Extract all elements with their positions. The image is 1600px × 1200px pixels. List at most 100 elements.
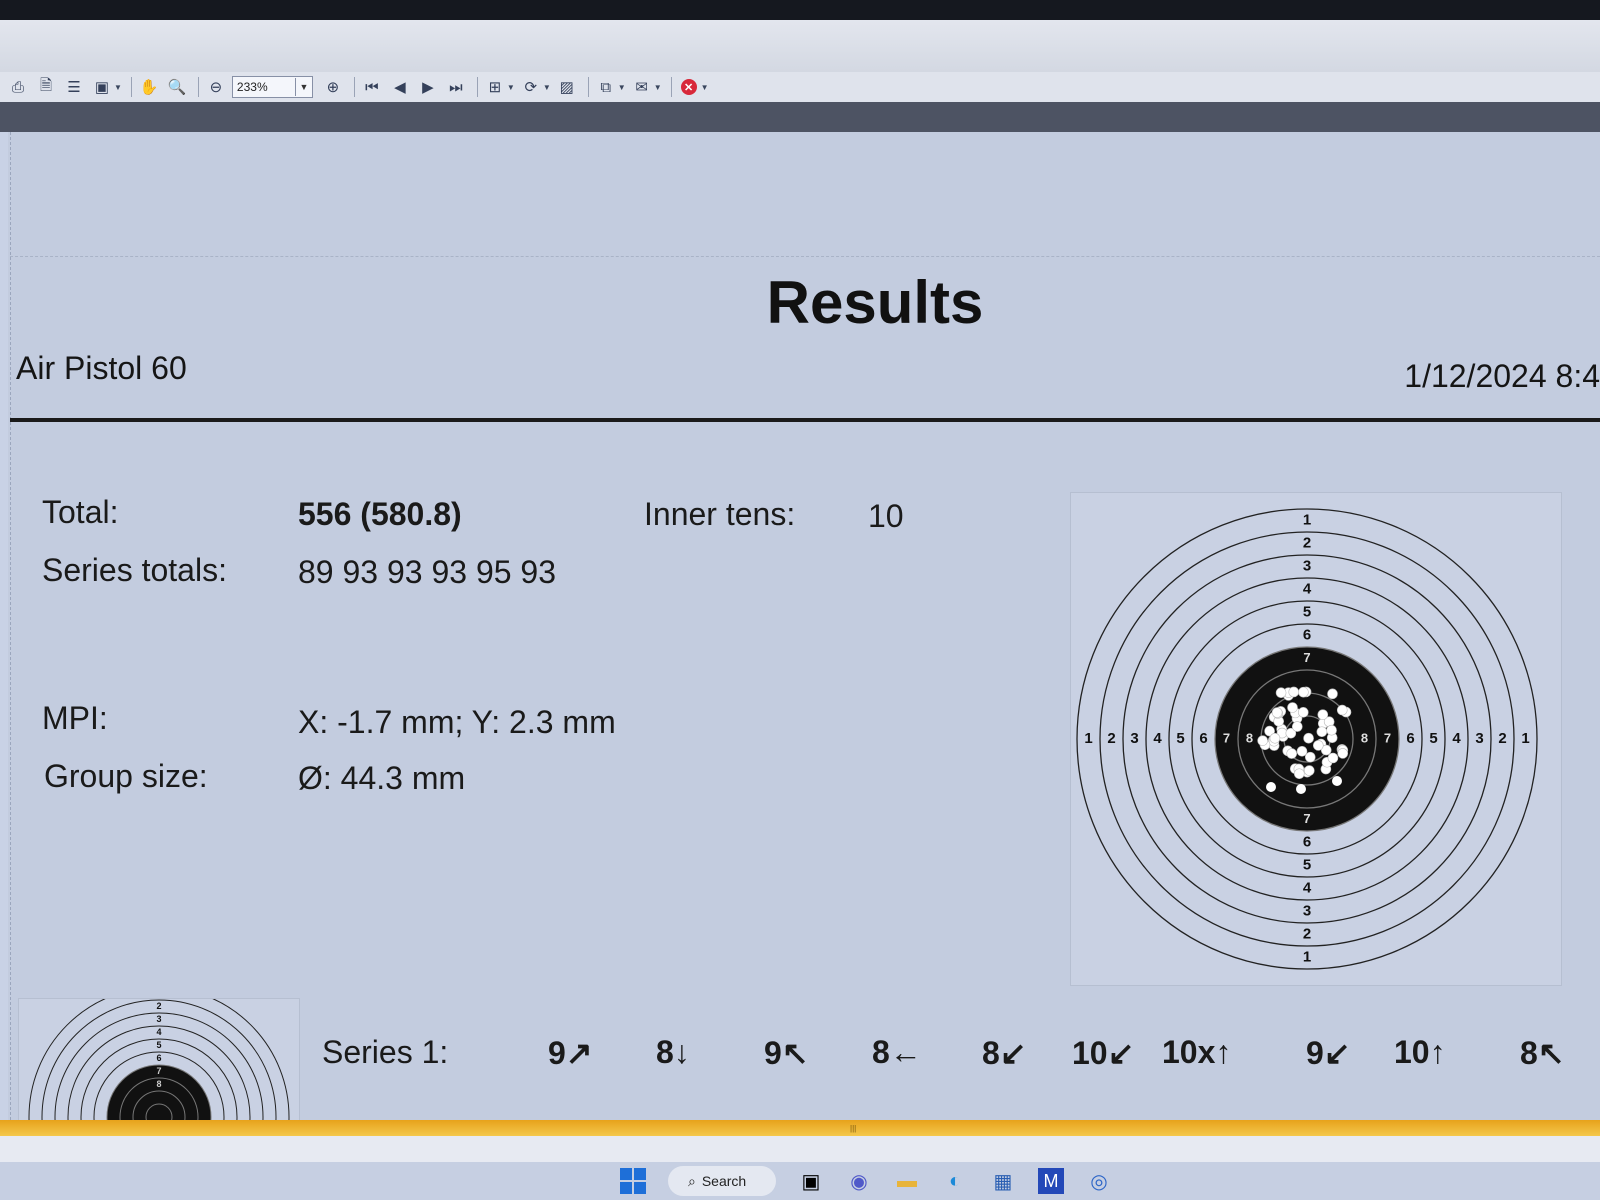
zoom-value: 233% (236, 80, 268, 94)
ring-number: 1 (1303, 948, 1311, 965)
next-page-icon[interactable]: ▶ (416, 76, 440, 98)
mini-ring-number: 2 (156, 1001, 161, 1011)
total-value: 556 (580.8) (298, 496, 462, 532)
series-1-shot: 10↑ (1394, 1034, 1446, 1070)
shot-hole (1327, 752, 1339, 764)
tree-icon[interactable]: ⊞ (483, 76, 507, 98)
total-label: Total: (42, 494, 119, 530)
chevron-down-icon[interactable]: ▼ (294, 78, 312, 96)
refresh-icon[interactable]: ⟳ (519, 76, 543, 98)
prev-page-icon[interactable]: ◀ (388, 76, 412, 98)
ring-number: 4 (1153, 730, 1162, 747)
horizontal-splitter[interactable] (0, 1120, 1600, 1136)
ring-number: 6 (1303, 626, 1311, 643)
toolbar-separator (587, 77, 589, 97)
ring-number: 2 (1107, 730, 1115, 747)
ring-number: 5 (1303, 603, 1311, 620)
toolbar-separator (476, 77, 478, 97)
meet-icon[interactable]: ◉ (846, 1168, 872, 1194)
ring-number: 7 (1223, 730, 1230, 745)
series-1-shot: 9↗ (548, 1035, 593, 1071)
print-icon[interactable]: ⎙ (6, 76, 30, 98)
shot-hole (1327, 688, 1338, 700)
windows-taskbar: ⌕ Search ▣ ◉ ▬ ◐ ▦ M ◎ (0, 1162, 1600, 1200)
group-size-value: Ø: 44.3 mm (298, 760, 466, 796)
save-icon[interactable]: ▣ (90, 76, 114, 98)
zoom-in-icon[interactable]: ⊕ (321, 76, 345, 98)
toolbar-separator (197, 77, 199, 97)
shot-hole (1297, 707, 1309, 718)
report-title: Results (766, 269, 984, 336)
zoom-select[interactable]: 233% ▼ (231, 76, 313, 98)
task-view-icon[interactable]: ▣ (798, 1168, 824, 1194)
shot-hole (1303, 732, 1314, 744)
shot-hole (1312, 740, 1324, 751)
shot-hole (1337, 748, 1349, 759)
mpi-value: X: -1.7 mm; Y: 2.3 mm (298, 704, 616, 740)
ring-number: 3 (1303, 902, 1311, 919)
shot-hole (1317, 709, 1329, 720)
series-1-shot: 8↖ (1520, 1035, 1565, 1071)
last-page-icon[interactable]: ⏭ (444, 76, 468, 98)
ring-number: 4 (1303, 879, 1312, 896)
taskbar-search-box[interactable]: ⌕ Search (668, 1166, 776, 1196)
toolbar-separator (130, 77, 132, 97)
shot-hole (1296, 784, 1306, 794)
ring-number: 2 (1303, 534, 1311, 551)
splitter-grip-icon[interactable]: ||| (850, 1124, 856, 1133)
shot-hole (1332, 776, 1342, 786)
series-1-shot: 8↓ (656, 1034, 690, 1070)
email-dropdown-icon[interactable]: ▼ (654, 83, 662, 92)
ring-number: 5 (1429, 730, 1437, 747)
series-1-target-panel: 12345678 (18, 998, 300, 1122)
series-totals-label: Series totals: (42, 552, 227, 588)
copy-icon[interactable]: ⧉ (594, 76, 618, 98)
first-page-icon[interactable]: ⏮ (360, 76, 384, 98)
header-divider (10, 418, 1600, 422)
app-icon[interactable]: M (1038, 1168, 1064, 1194)
shot-hole (1304, 751, 1316, 763)
store-icon[interactable]: ▦ (990, 1168, 1016, 1194)
ring-number: 7 (1384, 730, 1391, 745)
hand-tool-icon[interactable]: ✋ (137, 76, 161, 98)
taskbar-search-label: Search (701, 1173, 747, 1189)
report-datetime: 1/12/2024 8:4 (1404, 358, 1600, 394)
copy-dropdown-icon[interactable]: ▼ (618, 83, 626, 92)
email-icon[interactable]: ✉ (630, 76, 654, 98)
close-dropdown-icon[interactable]: ▼ (701, 83, 709, 92)
ring-number: 4 (1303, 580, 1312, 597)
ring-number: 6 (1199, 730, 1207, 747)
shot-hole (1326, 724, 1337, 736)
ring-number: 1 (1521, 730, 1529, 747)
file-explorer-icon[interactable]: ▬ (894, 1168, 920, 1194)
shot-hole (1286, 748, 1298, 759)
page-setup-icon[interactable]: ▨ (555, 76, 579, 98)
refresh-dropdown-icon[interactable]: ▼ (543, 83, 551, 92)
mpi-label: MPI: (42, 700, 108, 736)
close-icon[interactable]: ✕ (677, 76, 701, 98)
page-layout-icon[interactable]: ☰ (62, 76, 86, 98)
series-1-shot: 9↙ (1306, 1035, 1351, 1071)
mini-ring-number: 8 (156, 1079, 161, 1089)
ring-number: 2 (1498, 730, 1506, 747)
ring-number: 6 (1406, 730, 1414, 747)
edge-icon[interactable]: ◐ (942, 1168, 968, 1194)
ring-number: 5 (1303, 856, 1311, 873)
save-dropdown-icon[interactable]: ▼ (114, 83, 122, 92)
tree-dropdown-icon[interactable]: ▼ (507, 83, 515, 92)
shot-hole (1293, 768, 1305, 780)
series-1-mini-target: 12345678 (28, 999, 290, 1121)
mini-ring-number: 4 (156, 1027, 161, 1037)
zoom-tool-icon[interactable]: 🔍 (165, 76, 189, 98)
toolbar-separator (353, 77, 355, 97)
zoom-out-icon[interactable]: ⊖ (204, 76, 228, 98)
series-1-shot: 9↖ (764, 1035, 809, 1071)
search-icon: ⌕ (688, 1172, 696, 1189)
shot-hole (1287, 702, 1298, 713)
series-1-shot: 8← (872, 1034, 922, 1070)
ring-number: 1 (1084, 730, 1092, 747)
export-icon[interactable]: 🗎 (34, 76, 58, 98)
target-app-icon[interactable]: ◎ (1086, 1168, 1112, 1194)
windows-start-icon[interactable] (620, 1168, 646, 1194)
series-1-shot: 8↙ (982, 1035, 1027, 1071)
